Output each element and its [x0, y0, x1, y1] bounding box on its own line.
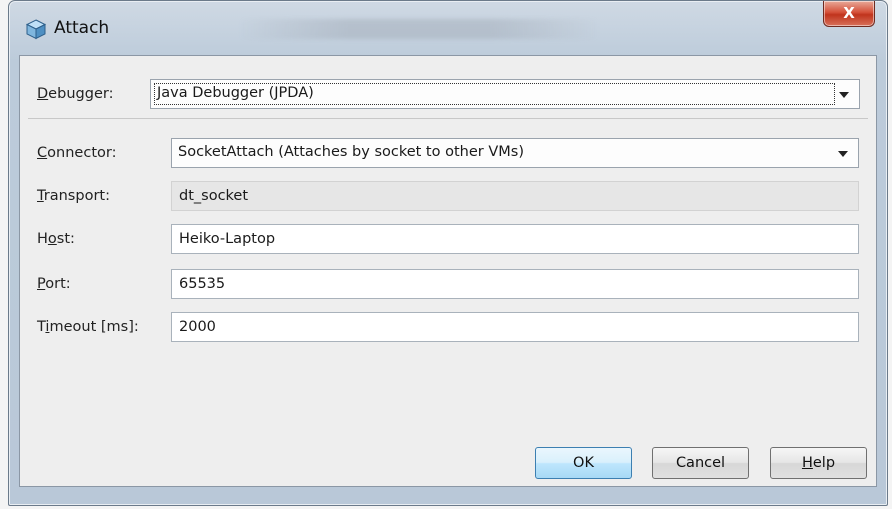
connector-value: SocketAttach (Attaches by socket to othe… — [178, 144, 524, 160]
port-value: 65535 — [179, 276, 226, 292]
port-label: Port: — [37, 276, 71, 292]
transport-label: Transport: — [37, 188, 110, 204]
port-input[interactable]: 65535 — [171, 269, 859, 299]
help-button[interactable]: Help — [770, 447, 867, 479]
chevron-down-icon[interactable] — [838, 151, 848, 157]
timeout-label: Timeout [ms]: — [37, 319, 139, 335]
host-label: Host: — [37, 231, 75, 247]
debugger-select[interactable]: Java Debugger (JPDA) — [150, 79, 860, 109]
transport-value: dt_socket — [179, 188, 249, 204]
debugger-label: Debugger: — [37, 86, 114, 102]
attach-dialog-window: Attach X Debugger: Java Debugger (JPDA) … — [8, 0, 888, 506]
cancel-button[interactable]: Cancel — [652, 447, 749, 479]
title-blur-band — [239, 19, 599, 39]
connector-label: Connector: — [37, 145, 117, 161]
timeout-value: 2000 — [179, 319, 216, 335]
separator — [28, 118, 868, 119]
cancel-button-label: Cancel — [675, 455, 726, 471]
dialog-content: Debugger: Java Debugger (JPDA) Connector… — [19, 55, 877, 487]
help-button-label: Help — [801, 455, 836, 471]
host-value: Heiko-Laptop — [179, 231, 276, 247]
close-button[interactable]: X — [823, 1, 875, 27]
connector-select[interactable]: SocketAttach (Attaches by socket to othe… — [171, 138, 859, 168]
title-bar[interactable]: Attach X — [9, 1, 887, 53]
timeout-input[interactable]: 2000 — [171, 312, 859, 342]
host-input[interactable]: Heiko-Laptop — [171, 224, 859, 254]
close-icon: X — [843, 4, 855, 22]
ok-button[interactable]: OK — [535, 447, 632, 479]
debugger-value: Java Debugger (JPDA) — [157, 85, 314, 101]
ok-button-label: OK — [573, 455, 594, 471]
transport-field: dt_socket — [171, 181, 859, 211]
netbeans-cube-icon — [25, 18, 47, 40]
chevron-down-icon[interactable] — [839, 92, 849, 98]
window-title: Attach — [54, 18, 110, 38]
